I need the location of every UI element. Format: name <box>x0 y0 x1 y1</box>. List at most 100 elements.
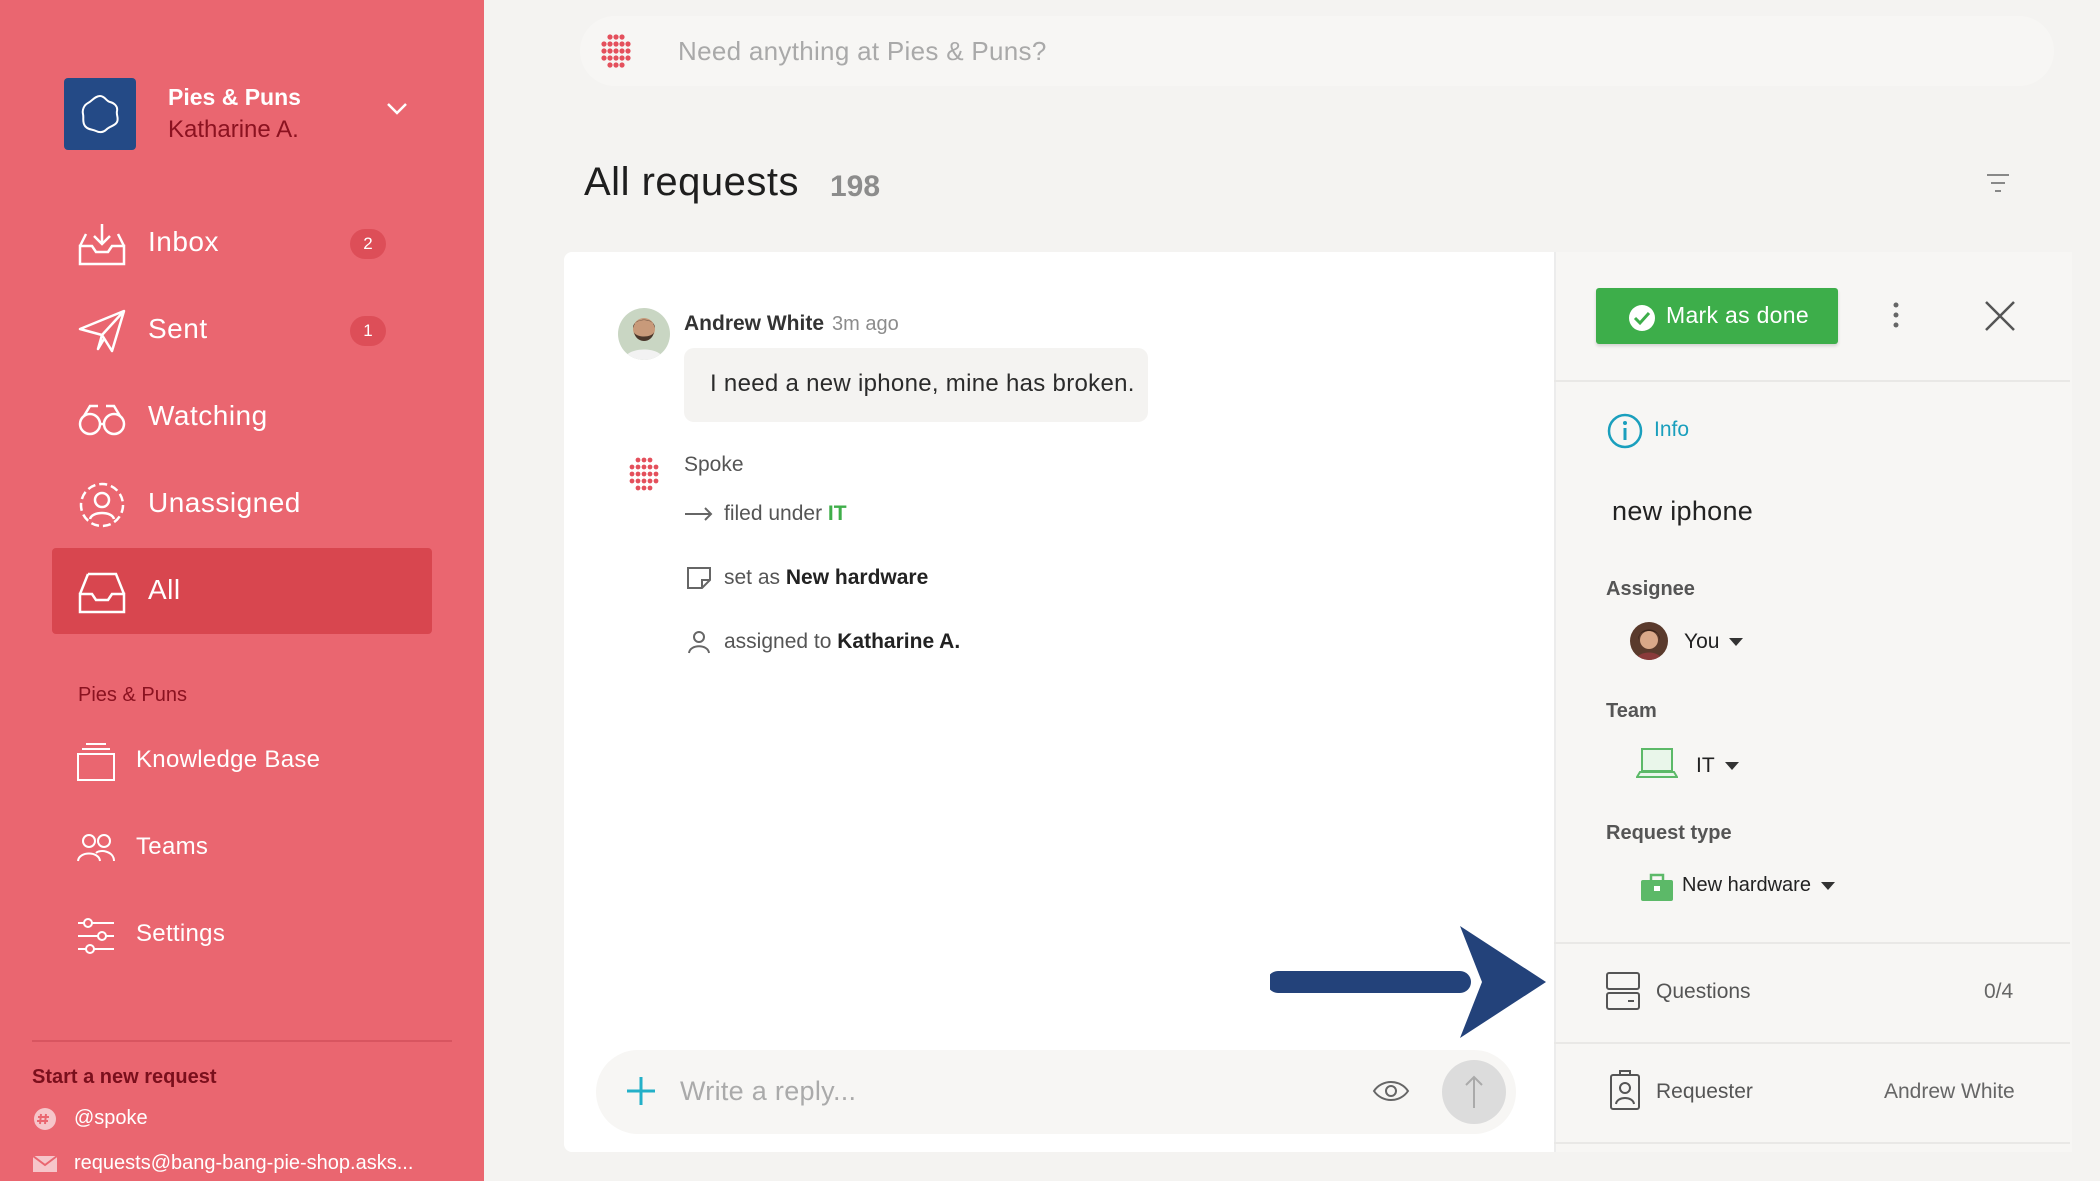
caret-down-icon <box>1729 638 1744 647</box>
nav-label: Unassigned <box>148 487 301 518</box>
user-circle-icon <box>76 481 128 529</box>
reply-input[interactable]: Write a reply... <box>680 1076 856 1107</box>
sidebar: Pies & Puns Katharine A. Inbox 2 Sent 1 <box>0 0 484 1181</box>
request-count: 198 <box>830 170 881 203</box>
plus-icon[interactable] <box>624 1074 658 1113</box>
annotation-arrow-icon <box>1267 924 1550 1045</box>
sub-nav-label: Settings <box>136 920 226 947</box>
assignee-value: You <box>1684 630 1720 653</box>
sub-nav-label: Knowledge Base <box>136 746 321 773</box>
caret-down-icon <box>1724 762 1739 771</box>
send-button[interactable] <box>1442 1060 1506 1124</box>
activity-set-type: set as New hardware <box>684 566 928 590</box>
slack-icon <box>32 1107 58 1130</box>
id-badge-icon <box>1610 1070 1640 1115</box>
nav-item-settings[interactable]: Settings <box>52 900 432 970</box>
reply-composer: Write a reply... <box>596 1050 1516 1134</box>
more-vertical-icon[interactable] <box>1892 302 1900 333</box>
info-icon[interactable] <box>1606 412 1644 455</box>
spoke-bot-icon <box>624 456 664 497</box>
nav-label: Inbox <box>148 226 219 257</box>
sub-nav-label: Teams <box>136 833 209 860</box>
questions-row[interactable]: Questions 0/4 <box>1554 944 2070 1040</box>
activity-assigned: assigned to Katharine A. <box>684 630 960 654</box>
unread-badge: 2 <box>350 229 386 259</box>
nav-item-teams[interactable]: Teams <box>52 813 432 883</box>
nav-item-unassigned[interactable]: Unassigned <box>52 461 432 547</box>
note-icon <box>684 566 714 590</box>
mark-as-done-button[interactable]: Mark as done <box>1596 288 1838 344</box>
close-icon[interactable] <box>1984 300 2016 337</box>
nav-item-watching[interactable]: Watching <box>52 374 432 460</box>
slack-handle: @spoke <box>74 1107 148 1129</box>
questions-count: 0/4 <box>1984 980 2014 1003</box>
flower-logo-icon <box>81 94 119 134</box>
message-text: I need a new iphone, mine has broken. <box>710 370 1135 397</box>
team-value: IT <box>1696 754 1715 777</box>
set-prefix: set as <box>724 566 781 589</box>
nav-item-knowledge-base[interactable]: Knowledge Base <box>52 726 432 796</box>
briefcase-icon <box>1640 872 1674 907</box>
filed-prefix: filed under <box>724 502 823 525</box>
arrow-right-icon <box>684 502 714 526</box>
caret-down-icon <box>1820 881 1835 890</box>
page-title: All requests <box>584 160 799 204</box>
chevron-down-icon[interactable] <box>386 102 408 121</box>
slack-contact[interactable]: @spoke <box>32 1107 452 1130</box>
inbox-icon <box>76 220 128 268</box>
request-title[interactable]: new iphone <box>1612 496 1753 527</box>
nav-label: Watching <box>148 400 268 431</box>
nav-label: Sent <box>148 313 208 344</box>
requester-name[interactable]: Andrew White <box>1884 1080 2015 1104</box>
request-type-value: New hardware <box>1682 874 1811 896</box>
avatar <box>1630 622 1668 660</box>
search-bar[interactable]: Need anything at Pies & Puns? <box>580 16 2054 86</box>
nav-item-inbox[interactable]: Inbox 2 <box>52 200 432 286</box>
workspace-name[interactable]: Pies & Puns <box>168 84 301 111</box>
email-contact[interactable]: requests@bang-bang-pie-shop.asks... <box>32 1152 452 1175</box>
spoke-logo-icon <box>596 33 636 74</box>
message-bubble: I need a new iphone, mine has broken. <box>684 348 1148 422</box>
assigned-user: Katharine A. <box>837 630 961 653</box>
sidebar-divider <box>32 1040 452 1042</box>
assignee-label: Assignee <box>1606 578 1695 600</box>
eye-icon[interactable] <box>1372 1078 1410 1109</box>
bot-name: Spoke <box>684 453 744 476</box>
questions-label: Questions <box>1656 980 1751 1003</box>
nav-item-sent[interactable]: Sent 1 <box>52 287 432 373</box>
filter-icon[interactable] <box>1986 172 2010 199</box>
start-request-heading: Start a new request <box>32 1066 217 1088</box>
mark-as-done-label: Mark as done <box>1666 302 1809 328</box>
sliders-icon <box>76 916 116 956</box>
nav-item-all[interactable]: All <box>52 548 432 634</box>
paper-plane-icon <box>76 307 128 355</box>
info-tab[interactable]: Info <box>1654 418 1689 442</box>
panel-divider <box>1554 380 2070 382</box>
team-label: Team <box>1606 700 1657 722</box>
requester-row[interactable]: Requester Andrew White <box>1554 1044 2070 1140</box>
request-type-value: New hardware <box>785 566 929 589</box>
people-icon <box>76 829 116 869</box>
check-circle-icon <box>1629 305 1655 331</box>
mail-icon <box>32 1153 58 1175</box>
avatar <box>618 308 670 360</box>
workspace-user[interactable]: Katharine A. <box>168 116 299 144</box>
activity-filed: filed under IT <box>684 502 847 526</box>
book-stack-icon <box>76 742 116 782</box>
unread-badge: 1 <box>350 316 386 346</box>
nav-label: All <box>148 574 181 605</box>
panel-divider <box>1554 1142 2070 1144</box>
filed-team-link[interactable]: IT <box>828 502 847 525</box>
message-time: 3m ago <box>832 313 899 335</box>
section-label: Pies & Puns <box>78 684 187 706</box>
assigned-prefix: assigned to <box>724 630 832 653</box>
search-input[interactable]: Need anything at Pies & Puns? <box>678 36 1047 67</box>
tray-icon <box>76 568 128 616</box>
workspace-logo[interactable] <box>64 78 136 150</box>
arrow-up-icon <box>1465 1075 1483 1108</box>
email-address: requests@bang-bang-pie-shop.asks... <box>74 1152 414 1174</box>
request-type-label: Request type <box>1606 822 1732 844</box>
requester-label: Requester <box>1656 1080 1753 1103</box>
binoculars-icon <box>76 394 128 442</box>
message-author[interactable]: Andrew White <box>684 312 824 336</box>
